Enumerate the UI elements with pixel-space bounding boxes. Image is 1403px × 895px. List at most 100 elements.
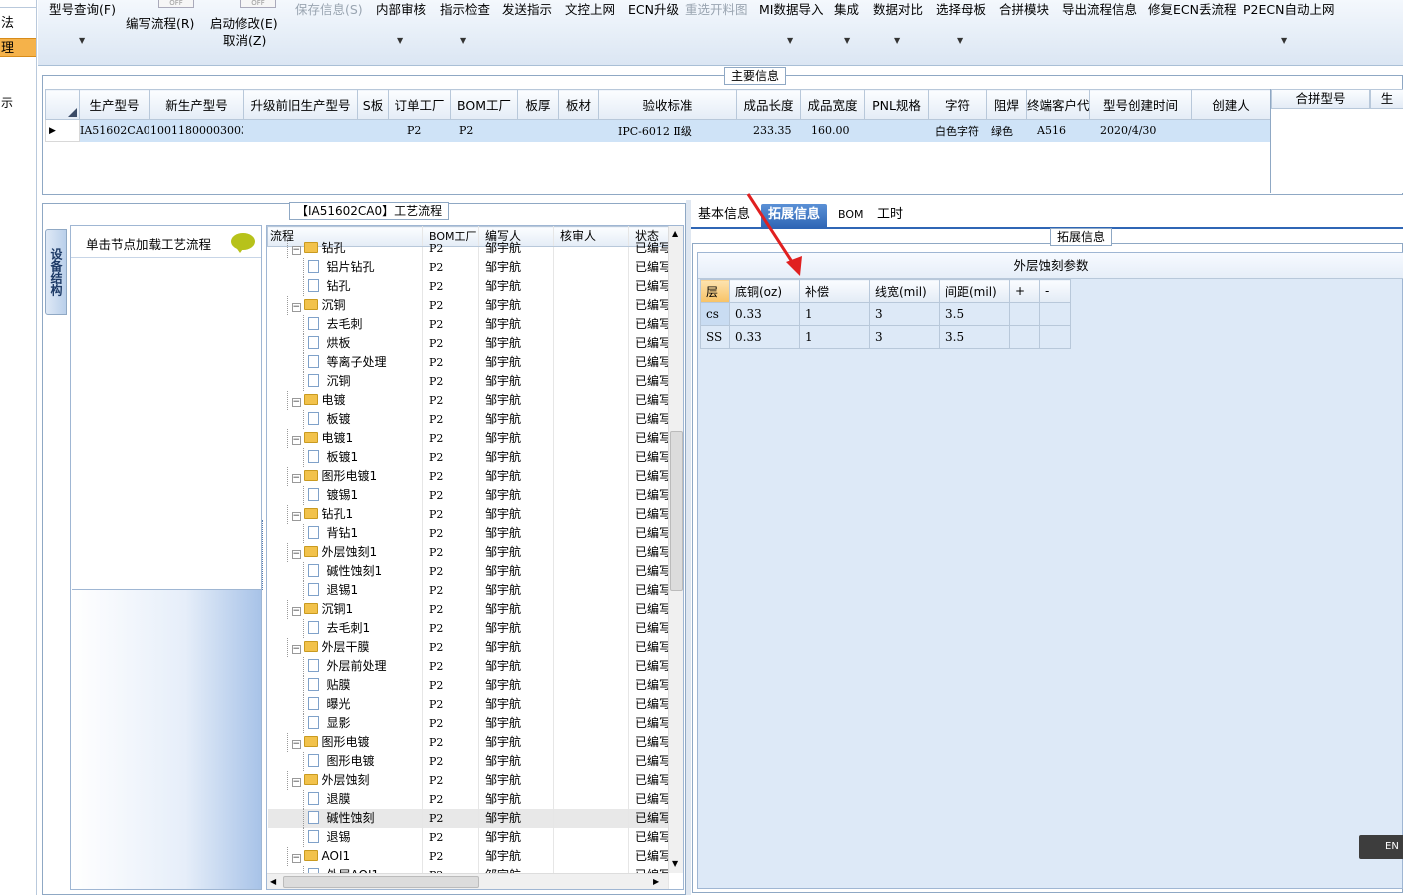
scroll-right-icon[interactable]: ▶	[653, 877, 659, 886]
cell-status[interactable]: 已编写	[628, 600, 669, 619]
cell-bom-factory[interactable]: P2	[422, 258, 479, 277]
cell-flow[interactable]: 退膜	[267, 790, 423, 809]
collapse-icon[interactable]: −	[291, 436, 301, 445]
scroll-down-icon[interactable]: ▼	[672, 859, 678, 868]
col-header-base-copper[interactable]: 底铜(oz)	[729, 279, 800, 303]
cell-reviewer[interactable]	[553, 391, 629, 410]
process-row[interactable]: 等离子处理 P2 邹宇航 已编写	[267, 353, 669, 372]
cell[interactable]	[517, 119, 559, 142]
cell[interactable]: 3.5	[939, 325, 1010, 349]
cell-writer[interactable]: 邹宇航	[478, 790, 554, 809]
cell-flow[interactable]: − 沉铜	[267, 296, 423, 315]
cell-reviewer[interactable]	[553, 600, 629, 619]
scroll-up-icon[interactable]: ▲	[672, 229, 678, 238]
cell-bom-factory[interactable]: P2	[422, 657, 479, 676]
cell-writer[interactable]: 邹宇航	[478, 676, 554, 695]
process-row[interactable]: − 钻孔 P2 邹宇航 已编写	[267, 238, 669, 258]
cell-status[interactable]: 已编写	[628, 334, 669, 353]
cell-reviewer[interactable]	[553, 733, 629, 752]
tab-device-structure[interactable]: 设备结构	[45, 229, 67, 315]
col-header[interactable]: 成品宽度	[800, 89, 865, 120]
cell-reviewer[interactable]	[553, 695, 629, 714]
left-nav-item-3[interactable]: 示	[0, 94, 36, 113]
process-row[interactable]: 曝光 P2 邹宇航 已编写	[267, 695, 669, 714]
cell-status[interactable]: 已编写	[628, 695, 669, 714]
cell-reviewer[interactable]	[553, 847, 629, 866]
cell[interactable]: 0.33	[729, 302, 800, 326]
cell[interactable]: IPC-6012 Ⅱ级	[598, 119, 737, 142]
process-row[interactable]: 去毛刺 P2 邹宇航 已编写	[267, 315, 669, 334]
cell-reviewer[interactable]	[553, 524, 629, 543]
left-nav-item-partial[interactable]	[0, 0, 36, 8]
add-column-button[interactable]: +	[1009, 279, 1040, 303]
cell-flow[interactable]: − 图形电镀1	[267, 467, 423, 486]
cell-layer[interactable]: cs	[700, 302, 730, 326]
cell-bom-factory[interactable]: P2	[422, 828, 479, 847]
cell-reviewer[interactable]	[553, 238, 629, 258]
btn-repair-ecn[interactable]: 修复ECN丢流程	[1148, 2, 1236, 18]
cell-writer[interactable]: 邹宇航	[478, 733, 554, 752]
process-row[interactable]: 板镀 P2 邹宇航 已编写	[267, 410, 669, 429]
cell-reviewer[interactable]	[553, 486, 629, 505]
process-row[interactable]: 烘板 P2 邹宇航 已编写	[267, 334, 669, 353]
cell-status[interactable]: 已编写	[628, 429, 669, 448]
cell-writer[interactable]: 邹宇航	[478, 334, 554, 353]
cell-reviewer[interactable]	[553, 372, 629, 391]
col-header[interactable]: 阻焊	[986, 89, 1027, 120]
col-header[interactable]: 新生产型号	[149, 89, 244, 120]
cell[interactable]	[243, 119, 358, 142]
col-header[interactable]: 订单工厂	[388, 89, 451, 120]
cell-bom-factory[interactable]: P2	[422, 695, 479, 714]
cell-reviewer[interactable]	[553, 277, 629, 296]
cell-writer[interactable]: 邹宇航	[478, 296, 554, 315]
cell-writer[interactable]: 邹宇航	[478, 277, 554, 296]
cell[interactable]	[357, 119, 389, 142]
cell-bom-factory[interactable]: P2	[422, 277, 479, 296]
btn-data-compare[interactable]: 数据对比	[873, 2, 923, 18]
col-header[interactable]: 创建人	[1191, 89, 1270, 120]
process-row[interactable]: − 图形电镀 P2 邹宇航 已编写	[267, 733, 669, 752]
cell[interactable]: 3	[869, 302, 940, 326]
cell-bom-factory[interactable]: P2	[422, 524, 479, 543]
cell-writer[interactable]: 邹宇航	[478, 543, 554, 562]
cell-flow[interactable]: 去毛刺	[267, 315, 423, 334]
cell-reviewer[interactable]	[553, 809, 629, 828]
cell-reviewer[interactable]	[553, 619, 629, 638]
cell-bom-factory[interactable]: P2	[422, 467, 479, 486]
cell[interactable]: A516	[1026, 119, 1090, 142]
cell-reviewer[interactable]	[553, 638, 629, 657]
cell-status[interactable]: 已编写	[628, 296, 669, 315]
cell-writer[interactable]: 邹宇航	[478, 410, 554, 429]
cell-flow[interactable]: 等离子处理	[267, 353, 423, 372]
cell-status[interactable]: 已编写	[628, 562, 669, 581]
cell-flow[interactable]: 去毛刺1	[267, 619, 423, 638]
btn-instruction-check[interactable]: 指示检查	[440, 2, 490, 18]
cell-flow[interactable]: 退锡	[267, 828, 423, 847]
process-vscrollbar[interactable]: ▲ ▼	[668, 226, 683, 873]
process-row[interactable]: − 外层蚀刻 P2 邹宇航 已编写	[267, 771, 669, 790]
cell-status[interactable]: 已编写	[628, 524, 669, 543]
cell-reviewer[interactable]	[553, 429, 629, 448]
cell-bom-factory[interactable]: P2	[422, 600, 479, 619]
cell-writer[interactable]: 邹宇航	[478, 258, 554, 277]
cell-bom-factory[interactable]: P2	[422, 296, 479, 315]
chevron-down-icon[interactable]: ▼	[397, 36, 403, 45]
cell-flow[interactable]: 显影	[267, 714, 423, 733]
btn-cancel[interactable]: 取消(Z)	[223, 33, 266, 49]
cell-status[interactable]: 已编写	[628, 809, 669, 828]
cell-flow[interactable]: 铝片钻孔	[267, 258, 423, 277]
cell-status[interactable]: 已编写	[628, 238, 669, 258]
col-header[interactable]: 板厚	[517, 89, 559, 120]
collapse-icon[interactable]: −	[291, 778, 301, 787]
collapse-icon[interactable]: −	[291, 246, 301, 255]
cell-writer[interactable]: 邹宇航	[478, 657, 554, 676]
cell-status[interactable]: 已编写	[628, 277, 669, 296]
cell[interactable]	[1039, 302, 1071, 326]
cell[interactable]	[864, 119, 929, 142]
col-header[interactable]: 板材	[558, 89, 599, 120]
cell-bom-factory[interactable]: P2	[422, 334, 479, 353]
cell-flow[interactable]: − AOI1	[267, 847, 423, 866]
cell-writer[interactable]: 邹宇航	[478, 847, 554, 866]
cell-status[interactable]: 已编写	[628, 448, 669, 467]
cell-bom-factory[interactable]: P2	[422, 238, 479, 258]
